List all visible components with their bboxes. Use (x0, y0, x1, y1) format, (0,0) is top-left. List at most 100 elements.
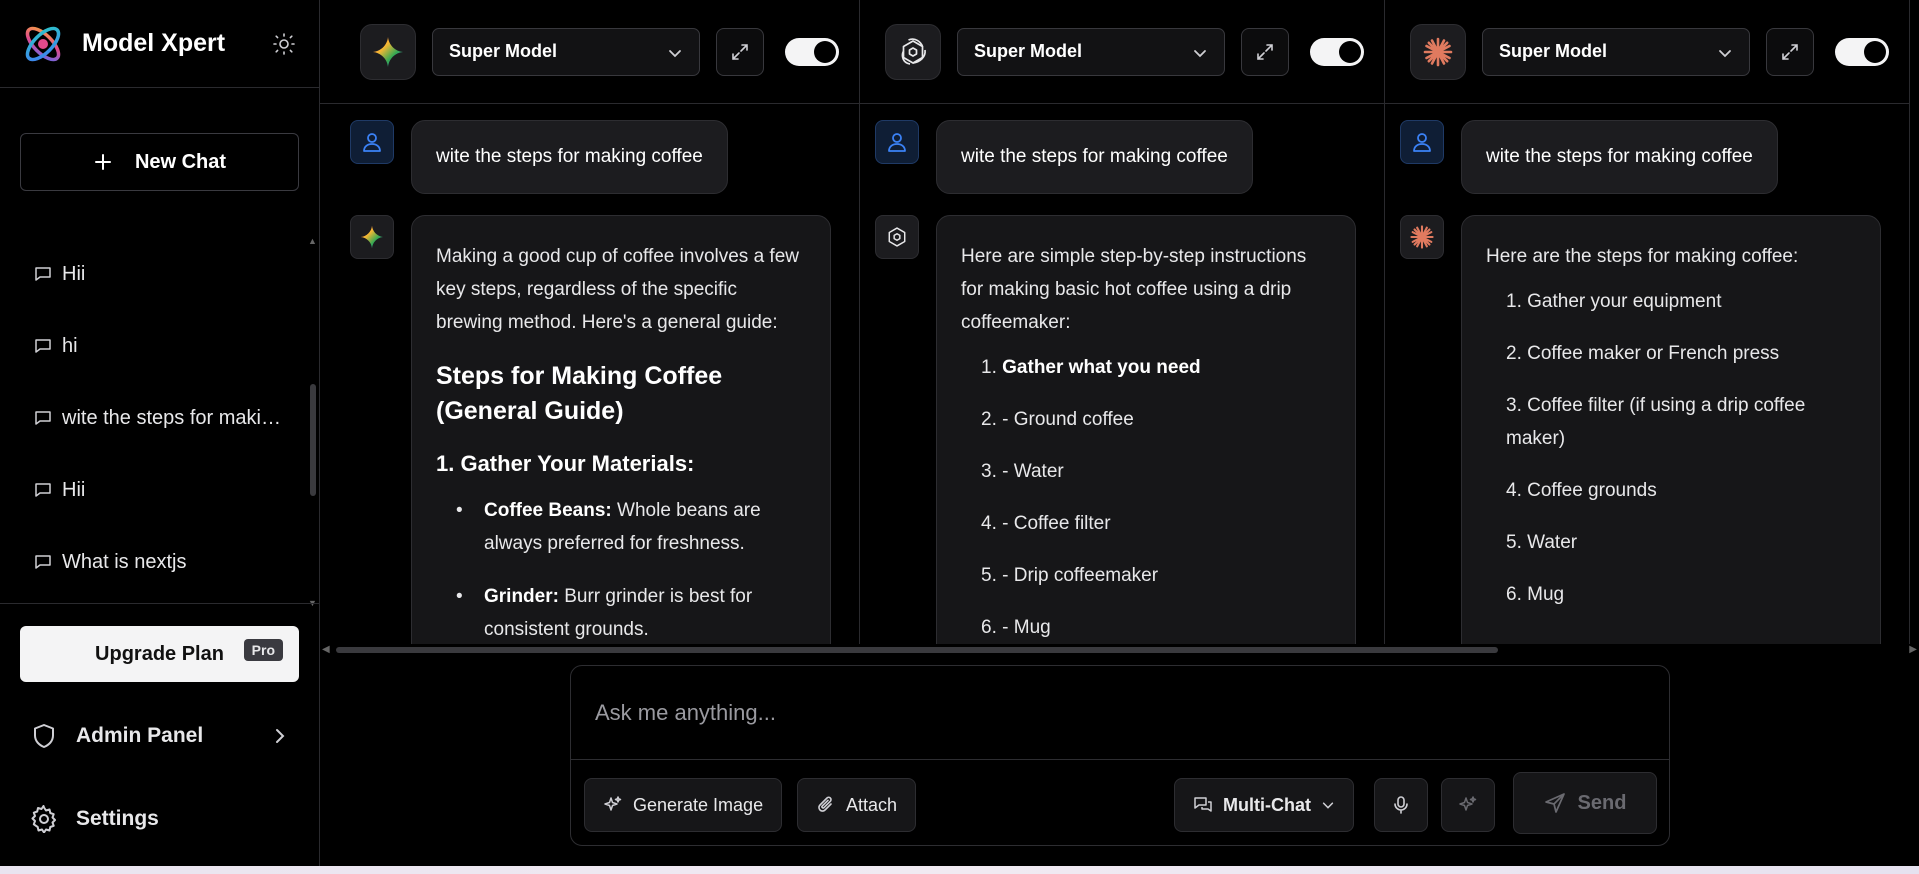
new-chat-label: New Chat (134, 150, 227, 173)
model-select-dropdown[interactable]: Super Model (1482, 27, 1750, 76)
send-label: Send (1577, 791, 1627, 814)
history-scrollbar[interactable]: ▲ ▼ (307, 236, 317, 608)
theme-toggle-button[interactable] (269, 29, 299, 59)
openai-icon (888, 227, 906, 247)
expand-panel-button[interactable] (716, 27, 764, 76)
settings-label: Settings (76, 807, 159, 830)
expand-panel-button[interactable] (1241, 27, 1289, 76)
chat-bubble-icon (35, 555, 51, 569)
generate-image-button[interactable]: Generate Image (584, 778, 783, 832)
panel-header: Super Model (320, 0, 859, 104)
chevron-right-icon (276, 729, 285, 743)
chat-input[interactable] (595, 699, 1645, 726)
step-text: Coffee maker or French press (1527, 343, 1780, 364)
step-number: 4. (981, 513, 997, 534)
step-number: 4. (1506, 480, 1522, 501)
step-number: 2. (1506, 343, 1522, 364)
history-item[interactable]: Hii (0, 454, 310, 526)
chat-bubble-icon (35, 483, 51, 497)
step-number: 5. (1506, 532, 1522, 553)
model-select-value: Super Model (974, 41, 1083, 61)
bot-avatar (1400, 215, 1444, 259)
response-step: 5. - Drip coffeemaker (981, 559, 1331, 592)
claude-starburst-icon (1423, 37, 1453, 66)
panels-scrollbar-thumb[interactable] (336, 647, 1498, 653)
step-text: Gather your equipment (1527, 291, 1722, 312)
multichat-dropdown[interactable]: Multi-Chat (1174, 778, 1354, 832)
chevron-down-icon (669, 49, 681, 57)
bullet-bold-label: Grinder: (484, 586, 559, 607)
bullet-bold-label: Coffee Beans: (484, 500, 612, 521)
model-panel-2: Super Model wite the steps for making co… (860, 0, 1385, 644)
history-item[interactable]: Hii (0, 238, 310, 310)
scroll-up-arrow-icon[interactable]: ▲ (308, 236, 317, 246)
attach-button[interactable]: Attach (797, 778, 917, 832)
chat-bubble-icon (35, 339, 51, 353)
history-scrollbar-thumb[interactable] (310, 384, 316, 496)
model-select-dropdown[interactable]: Super Model (957, 27, 1225, 76)
enhance-prompt-button[interactable] (1441, 778, 1495, 832)
upgrade-plan-button[interactable]: Upgrade Plan Pro (20, 626, 299, 682)
sidebar-divider (0, 603, 319, 604)
bot-message-row (875, 215, 919, 259)
voice-input-button[interactable] (1374, 778, 1428, 832)
new-chat-button[interactable]: New Chat (20, 133, 299, 191)
microphone-icon (1394, 796, 1408, 814)
panel-enable-toggle[interactable] (1310, 37, 1364, 66)
model-select-dropdown[interactable]: Super Model (432, 27, 700, 76)
expand-icon (732, 43, 748, 60)
bot-message-bubble: Here are the steps for making coffee: 1.… (1461, 215, 1881, 644)
model-panel-1: Super Model wite the steps for making co… (320, 0, 860, 644)
step-number: 1. (1506, 291, 1522, 312)
history-item-label: wite the steps for making coffee (62, 406, 282, 429)
model-icon-box (885, 23, 941, 80)
model-select-value: Super Model (1499, 41, 1608, 61)
panel-enable-toggle[interactable] (785, 37, 839, 66)
panel-enable-toggle[interactable] (1835, 37, 1889, 66)
bot-avatar (350, 215, 394, 259)
model-icon-box (1410, 23, 1466, 80)
user-message-bubble: wite the steps for making coffee (411, 120, 728, 194)
gemini-sparkle-icon (360, 225, 384, 249)
bot-message-bubble: Making a good cup of coffee involves a f… (411, 215, 831, 644)
response-step-list: 1. Gather what you need 2. - Ground coff… (961, 351, 1331, 644)
step-text: Coffee grounds (1527, 480, 1657, 501)
chat-bubbles-icon (1194, 797, 1212, 812)
send-button[interactable]: Send (1513, 772, 1657, 834)
step-number: 6. (981, 617, 997, 638)
history-item[interactable]: hi (0, 310, 310, 382)
response-intro: Making a good cup of coffee involves a f… (436, 246, 799, 333)
response-step: 5. Water (1506, 526, 1856, 559)
history-item[interactable]: What is nextjs (0, 526, 310, 598)
scroll-right-arrow-icon[interactable]: ▶ (1909, 644, 1917, 655)
brand-logo-icon (25, 26, 61, 61)
response-step-list: 1. Gather your equipment 2. Coffee maker… (1486, 285, 1856, 611)
bot-message-row (350, 215, 394, 259)
send-icon (1544, 793, 1565, 813)
panels-horizontal-scrollbar[interactable]: ◀ ▶ (320, 644, 1919, 656)
step-text: Mug (1527, 584, 1565, 605)
plus-icon (94, 154, 111, 170)
admin-panel-link[interactable]: Admin Panel (30, 716, 290, 756)
step-text: Coffee filter (if using a drip coffee ma… (1506, 395, 1806, 449)
step-number: 1. (981, 357, 997, 378)
admin-panel-label: Admin Panel (76, 724, 204, 747)
step-number: 5. (981, 565, 997, 586)
history-item-label: Hii (62, 262, 86, 285)
generate-image-label: Generate Image (633, 794, 764, 815)
history-item[interactable]: wite the steps for making coffee (0, 382, 310, 454)
response-intro: Here are the steps for making coffee: (1486, 246, 1799, 267)
step-text: Gather what you need (1002, 357, 1201, 378)
brand-name: Model Xpert (82, 29, 226, 57)
step-number: 6. (1506, 584, 1522, 605)
step-text: - Drip coffeemaker (1002, 565, 1159, 586)
settings-link[interactable]: Settings (30, 799, 159, 839)
user-message-row (875, 120, 919, 164)
expand-icon (1782, 43, 1798, 60)
sun-icon (273, 32, 295, 55)
paperclip-icon (818, 796, 832, 812)
composer-input-area (571, 666, 1669, 760)
expand-panel-button[interactable] (1766, 27, 1814, 76)
response-step: 2. - Ground coffee (981, 403, 1331, 436)
scroll-left-arrow-icon[interactable]: ◀ (322, 644, 330, 655)
